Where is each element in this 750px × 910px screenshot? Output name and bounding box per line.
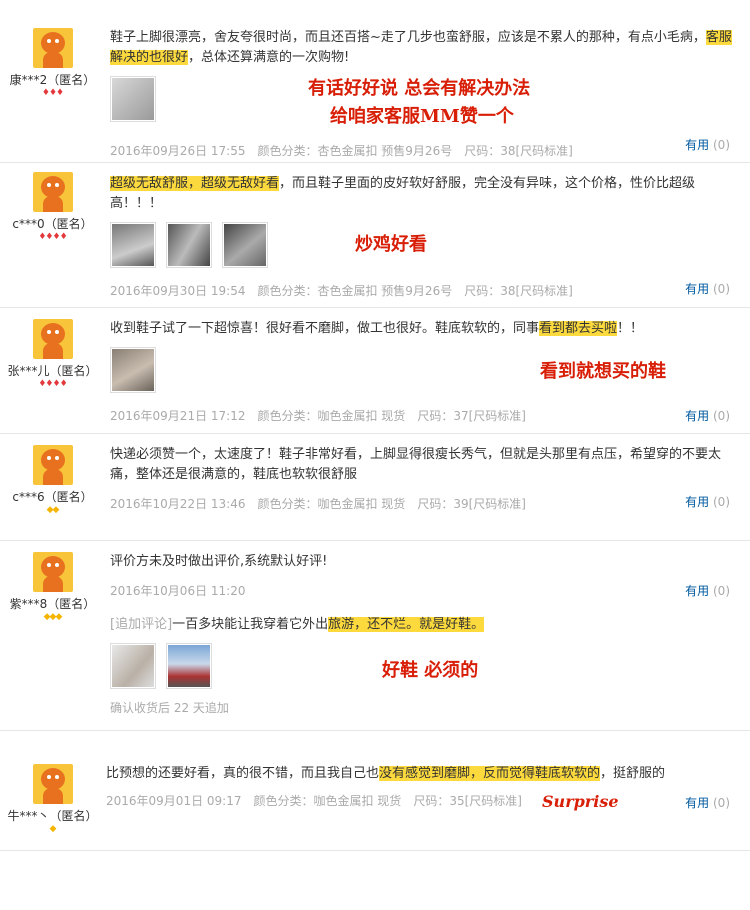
review-text: 收到鞋子试了一下超惊喜！很好看不磨脚，做工也很好。鞋底软软的，同事看到都去买啦！…: [110, 321, 644, 336]
review-item: 张***儿（匿名） ♦♦♦♦ 收到鞋子试了一下超惊喜！很好看不磨脚，做工也很好。…: [0, 307, 750, 434]
review-text: 比预想的还要好看，真的很不错，而且我自己也没有感觉到磨脚，反而觉得鞋底软软的，挺…: [106, 766, 666, 781]
username: 康***2（匿名）: [9, 73, 96, 87]
review-meta: 2016年09月21日 17:12 颜色分类：咖色金属扣 现货 尺码：37[尺码标准…: [110, 409, 526, 423]
annotation-text: 有话好好说 总会有解决办法: [308, 78, 531, 99]
helpful-button[interactable]: 有用 (0): [685, 794, 730, 811]
review-text: 评价方未及时做出评价,系统默认好评!: [110, 554, 328, 569]
username: c***6（匿名）: [12, 490, 93, 504]
helpful-button[interactable]: 有用 (0): [685, 280, 730, 297]
username: 紫***8（匿名）: [9, 597, 96, 611]
review-meta: 2016年09月01日 09:17 颜色分类：咖色金属扣 现货 尺码：35[尺码标准…: [106, 794, 522, 808]
avatar[interactable]: [32, 28, 73, 68]
helpful-button[interactable]: 有用 (0): [685, 493, 730, 510]
avatar[interactable]: [32, 445, 73, 485]
annotation-text: 给咱家客服MM赞一个: [330, 106, 514, 127]
review-item: 康***2（匿名） ♦♦♦ 鞋子上脚很漂亮，舍友夸很时尚，而且还百搭~走了几步也…: [0, 0, 750, 163]
review-item: c***0（匿名） ♦♦♦♦ 超级无敌舒服，超级无敌好看，而且鞋子里面的皮好软好…: [0, 162, 750, 308]
user-info: c***6（匿名） ◆◆: [0, 445, 105, 517]
avatar[interactable]: [32, 764, 73, 804]
level-badge-icon: ♦♦♦: [41, 88, 64, 98]
review-item: 紫***8（匿名） ◆◆◆ 评价方未及时做出评价,系统默认好评! 2016年10…: [0, 540, 750, 731]
level-badge-icon: ◆◆: [46, 505, 60, 515]
followup-comment: [追加评论]一百多块能让我穿着它外出旅游，还不烂。就是好鞋。: [110, 617, 485, 632]
level-badge-icon: ♦♦♦♦: [38, 379, 67, 389]
review-meta: 2016年09月30日 19:54 颜色分类：杏色金属扣 预售9月26号 尺码：38…: [110, 284, 573, 298]
review-photo-thumbnail[interactable]: [166, 222, 212, 268]
helpful-button[interactable]: 有用 (0): [685, 407, 730, 424]
review-meta: 2016年09月26日 17:55 颜色分类：杏色金属扣 预售9月26号 尺码：38…: [110, 144, 573, 158]
user-info: 康***2（匿名） ♦♦♦: [0, 28, 105, 100]
review-photo-thumbnail[interactable]: [222, 222, 268, 268]
review-photo-thumbnail[interactable]: [110, 222, 156, 268]
username: 牛***丶（匿名）: [7, 809, 98, 823]
review-text: 超级无敌舒服，超级无敌好看，而且鞋子里面的皮好软好舒服，完全没有异味，这个价格，…: [110, 176, 696, 211]
review-photo-thumbnail[interactable]: [166, 643, 212, 689]
username: 张***儿（匿名）: [7, 364, 98, 378]
avatar[interactable]: [32, 319, 73, 359]
level-badge-icon: ◆◆◆: [43, 612, 63, 622]
review-text: 快递必须赞一个，太速度了！鞋子非常好看，上脚显得很瘦长秀气，但就是头那里有点压，…: [110, 447, 722, 482]
review-meta: 2016年10月22日 13:46 颜色分类：咖色金属扣 现货 尺码：39[尺码标准…: [110, 497, 526, 511]
helpful-button[interactable]: 有用 (0): [685, 136, 730, 153]
review-photo-thumbnail[interactable]: [110, 76, 156, 122]
user-info: 紫***8（匿名） ◆◆◆: [0, 552, 105, 624]
review-meta: 2016年10月06日 11:20: [110, 584, 246, 598]
review-item: 牛***丶（匿名） ◆ 比预想的还要好看，真的很不错，而且我自己也没有感觉到磨脚…: [0, 730, 750, 851]
avatar[interactable]: [32, 172, 73, 212]
level-badge-icon: ◆: [49, 824, 57, 834]
review-photo-thumbnail[interactable]: [110, 643, 156, 689]
review-item: c***6（匿名） ◆◆ 快递必须赞一个，太速度了！鞋子非常好看，上脚显得很瘦长…: [0, 433, 750, 541]
review-text: 鞋子上脚很漂亮，舍友夸很时尚，而且还百搭~走了几步也蛮舒服，应该是不累人的那种，…: [110, 30, 732, 65]
user-info: 张***儿（匿名） ♦♦♦♦: [0, 319, 105, 391]
user-info: c***0（匿名） ♦♦♦♦: [0, 172, 105, 244]
username: c***0（匿名）: [12, 217, 93, 231]
review-photo-thumbnail[interactable]: [110, 347, 156, 393]
annotation-text: Surprise: [542, 792, 619, 811]
user-info: 牛***丶（匿名） ◆: [0, 764, 105, 836]
followup-meta: 确认收货后 22 天追加: [110, 701, 229, 715]
helpful-button[interactable]: 有用 (0): [685, 582, 730, 599]
annotation-text: 看到就想买的鞋: [540, 361, 666, 382]
annotation-text: 炒鸡好看: [355, 234, 427, 255]
level-badge-icon: ♦♦♦♦: [38, 232, 67, 242]
annotation-text: 好鞋 必须的: [382, 660, 479, 681]
avatar[interactable]: [32, 552, 73, 592]
